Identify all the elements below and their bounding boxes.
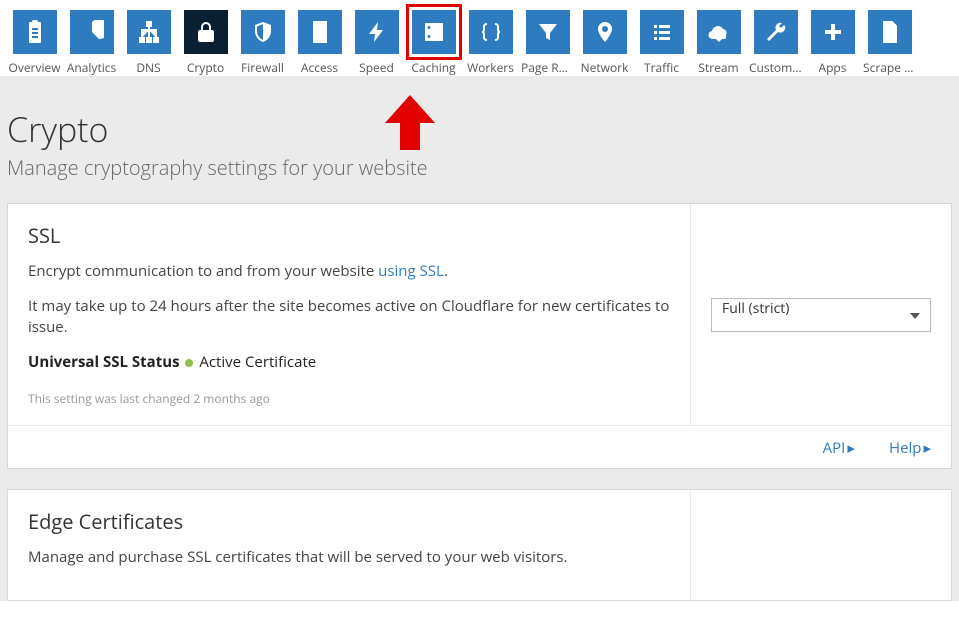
content-area: Crypto Manage cryptography settings for … xyxy=(0,76,959,601)
nav-item-speed[interactable]: Speed xyxy=(350,10,403,76)
nav-label: Stream xyxy=(698,59,738,76)
nav-label: Caching xyxy=(411,59,455,76)
nav-label: Network xyxy=(581,59,629,76)
using-ssl-link[interactable]: using SSL xyxy=(378,261,444,281)
clipboard-icon xyxy=(13,10,57,54)
status-dot-icon xyxy=(185,359,193,367)
nav-item-caching[interactable]: Caching xyxy=(407,10,460,76)
sitemap-icon xyxy=(127,10,171,54)
nav-label: Crypto xyxy=(187,59,224,76)
cloud-icon xyxy=(697,10,741,54)
pie-icon xyxy=(70,10,114,54)
red-arrow-annotation xyxy=(385,95,435,150)
list-icon xyxy=(640,10,684,54)
nav-item-pagerules[interactable]: Page Rules xyxy=(521,10,574,76)
ssl-card-note: It may take up to 24 hours after the sit… xyxy=(28,296,670,338)
api-link[interactable]: API▸ xyxy=(823,438,855,458)
nav-item-access[interactable]: Access xyxy=(293,10,346,76)
nav-item-analytics[interactable]: Analytics xyxy=(65,10,118,76)
edge-certificates-card: Edge Certificates Manage and purchase SS… xyxy=(7,489,952,601)
bolt-icon xyxy=(355,10,399,54)
nav-label: Speed xyxy=(359,59,394,76)
plus-icon xyxy=(811,10,855,54)
nav-item-workers[interactable]: Workers xyxy=(464,10,517,76)
nav-label: DNS xyxy=(136,59,160,76)
funnel-icon xyxy=(526,10,570,54)
ssl-card-description: Encrypt communication to and from your w… xyxy=(28,261,670,282)
nav-item-firewall[interactable]: Firewall xyxy=(236,10,289,76)
nav-item-apps[interactable]: Apps xyxy=(806,10,859,76)
nav-label: Custom ... xyxy=(749,59,802,76)
nav-label: Traffic xyxy=(644,59,679,76)
nav-label: Firewall xyxy=(241,59,284,76)
edge-card-title: Edge Certificates xyxy=(28,508,670,535)
ssl-mode-select[interactable]: Full (strict) xyxy=(711,298,931,332)
nav-item-network[interactable]: Network xyxy=(578,10,631,76)
shield-icon xyxy=(241,10,285,54)
ssl-card: SSL Encrypt communication to and from yo… xyxy=(7,203,952,469)
nav-item-scrapes[interactable]: Scrape S... xyxy=(863,10,916,76)
page-subtitle: Manage cryptography settings for your we… xyxy=(7,154,952,181)
nav-label: Workers xyxy=(467,59,514,76)
help-link[interactable]: Help▸ xyxy=(889,438,931,458)
nav-item-crypto[interactable]: Crypto xyxy=(179,10,232,76)
nav-item-overview[interactable]: Overview xyxy=(8,10,61,76)
edge-card-description: Manage and purchase SSL certificates tha… xyxy=(28,547,670,568)
nav-label: Analytics xyxy=(67,59,116,76)
nav-label: Overview xyxy=(8,59,60,76)
nav-label: Page Rules xyxy=(521,59,574,76)
ssl-card-meta: This setting was last changed 2 months a… xyxy=(28,390,670,407)
nav-item-traffic[interactable]: Traffic xyxy=(635,10,688,76)
braces-icon xyxy=(469,10,513,54)
drive-icon xyxy=(412,10,456,54)
ssl-card-footer: API▸ Help▸ xyxy=(8,425,951,468)
wrench-icon xyxy=(754,10,798,54)
ssl-status: Universal SSL Status Active Certificate xyxy=(28,352,670,372)
top-nav: Overview Analytics DNS Crypto Firewall Access… xyxy=(0,0,959,76)
lock-icon xyxy=(184,10,228,54)
nav-label: Apps xyxy=(819,59,847,76)
nav-label: Access xyxy=(301,59,338,76)
nav-item-dns[interactable]: DNS xyxy=(122,10,175,76)
nav-item-custom[interactable]: Custom ... xyxy=(749,10,802,76)
nav-label: Scrape S... xyxy=(863,59,916,76)
page-title: Crypto xyxy=(7,106,952,152)
ssl-card-title: SSL xyxy=(28,222,670,249)
door-icon xyxy=(298,10,342,54)
nav-item-stream[interactable]: Stream xyxy=(692,10,745,76)
file-icon xyxy=(868,10,912,54)
marker-icon xyxy=(583,10,627,54)
